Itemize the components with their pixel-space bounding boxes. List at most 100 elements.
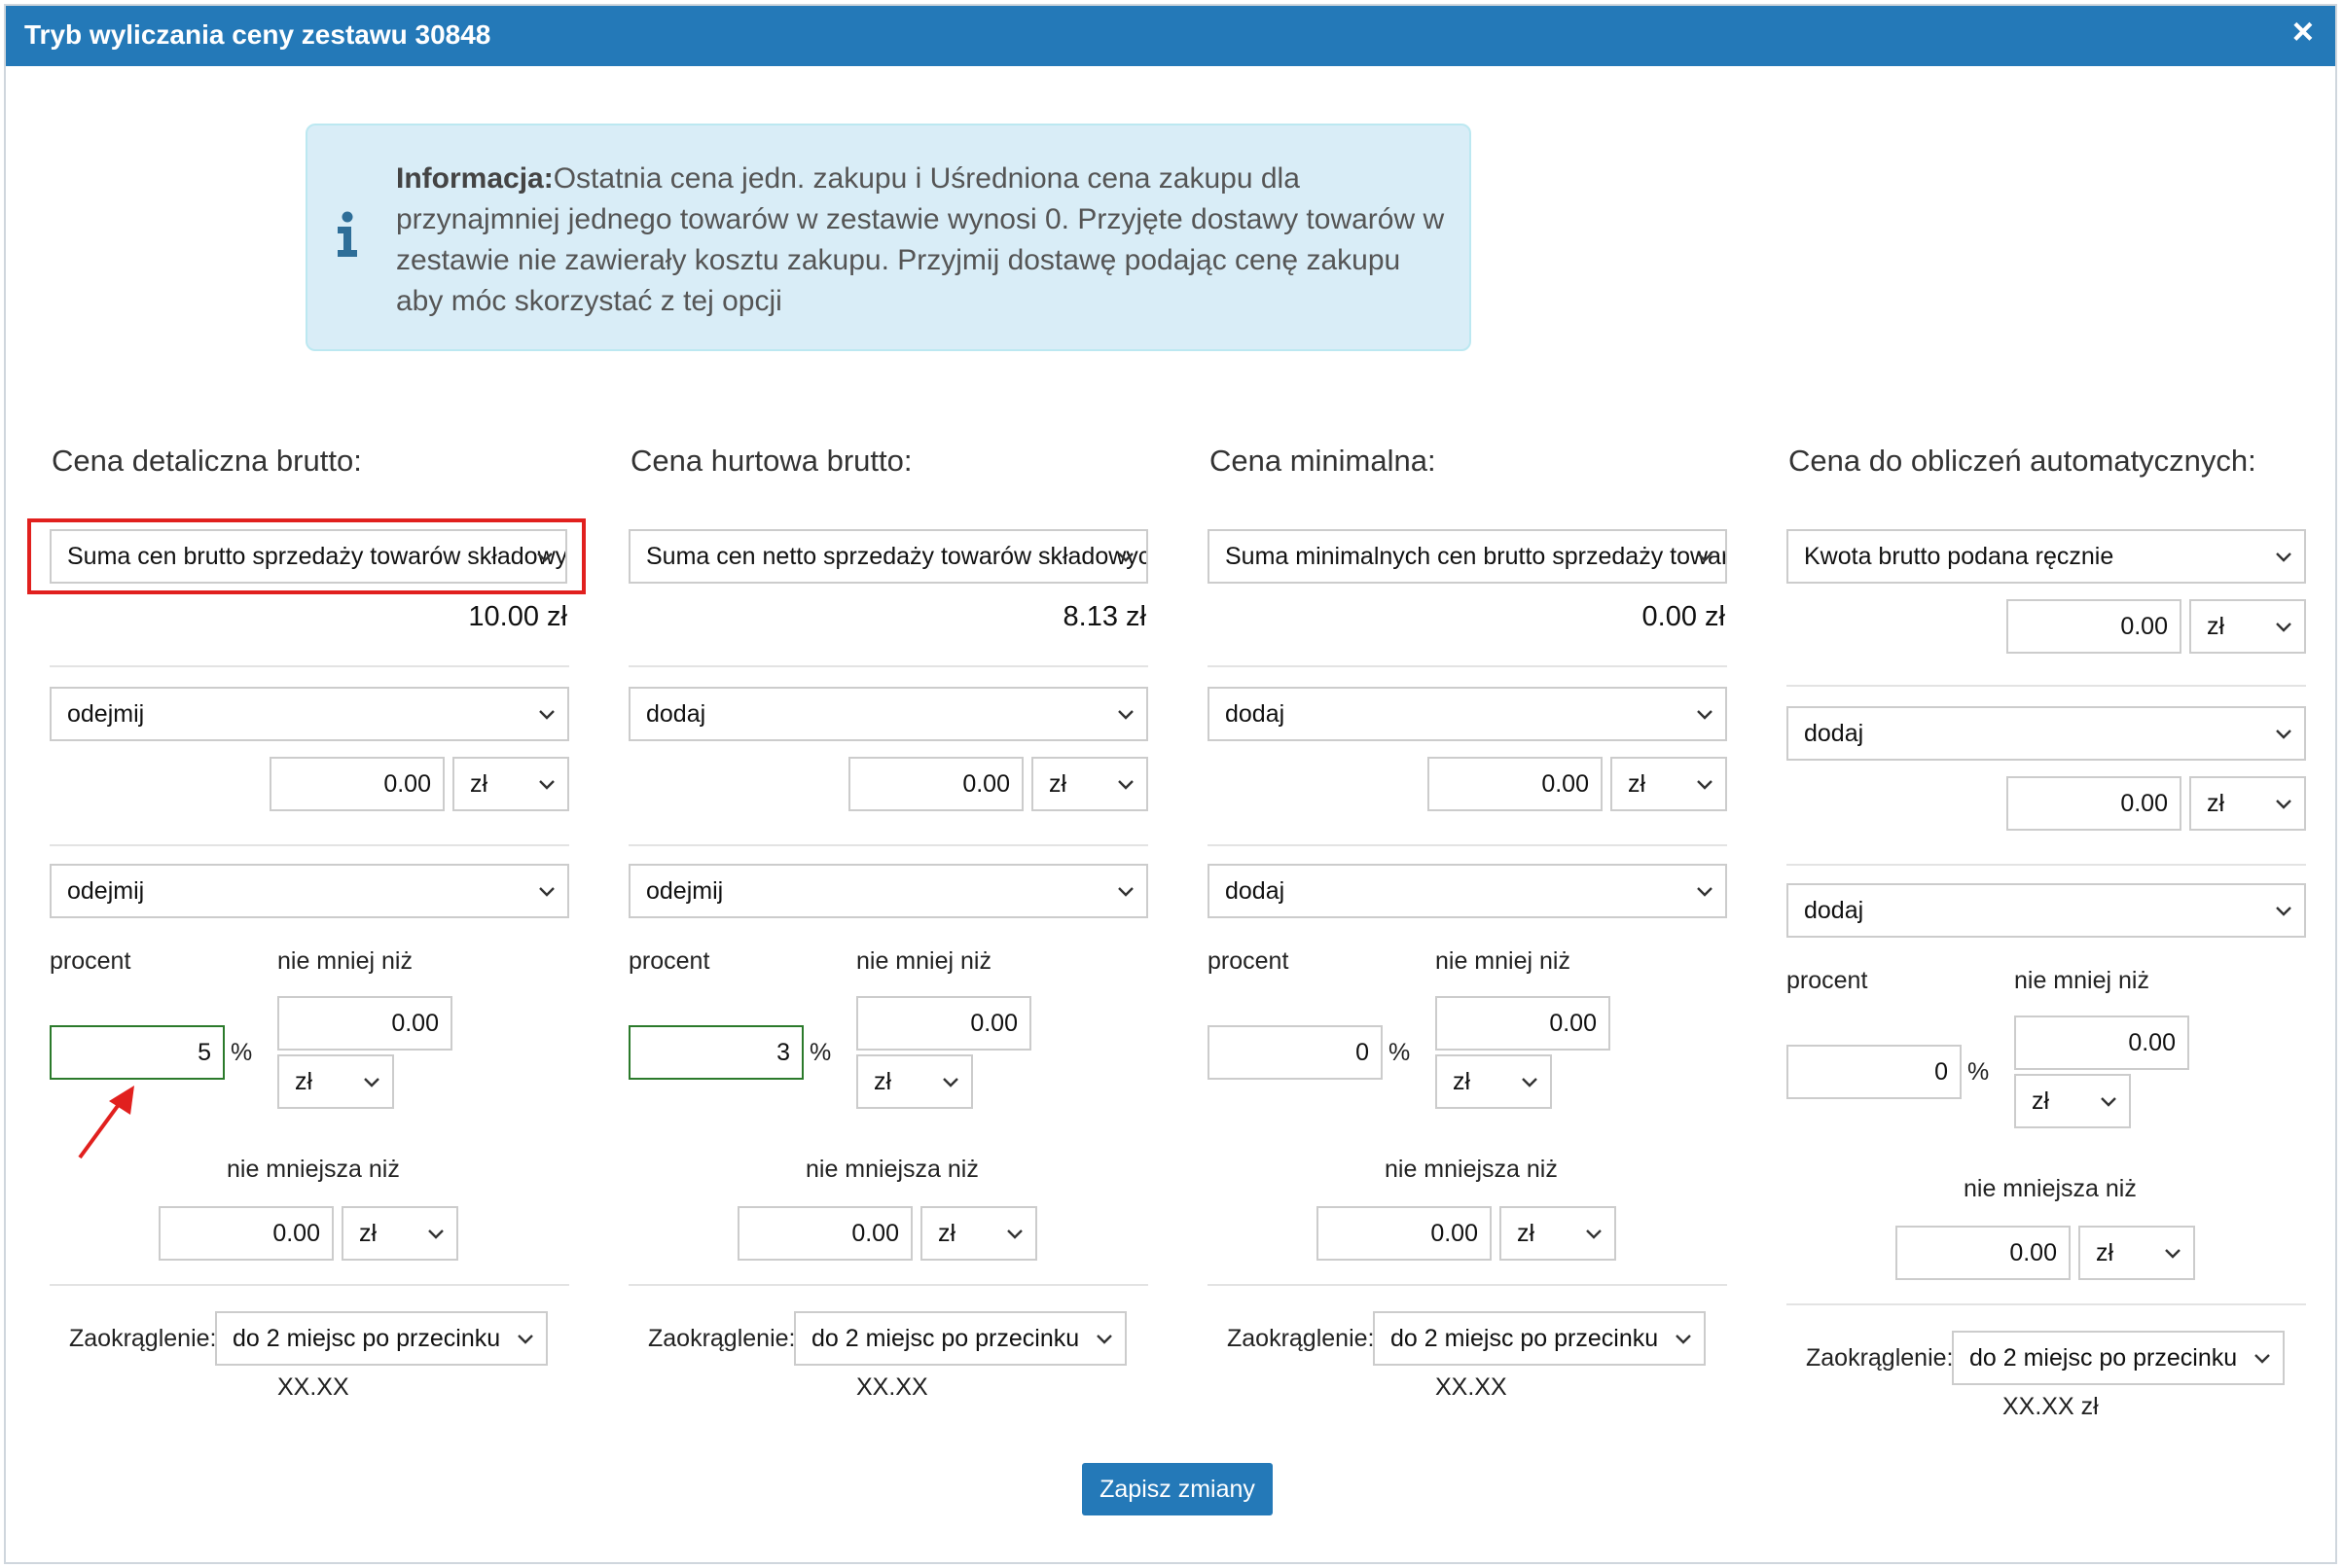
unit-select-value: zł <box>1049 770 1067 798</box>
min2-unit-select[interactable]: zł <box>342 1206 458 1261</box>
percent-sign: % <box>1967 1058 1990 1086</box>
rounding-select[interactable]: do 2 miejsc po przecinku <box>1373 1311 1706 1366</box>
chevron-down-icon <box>2101 1097 2116 1107</box>
min2-unit-select-value: zł <box>1517 1220 1535 1247</box>
min2-value-input[interactable]: 0.00 <box>159 1206 334 1261</box>
percent-label: procent <box>1786 967 1868 994</box>
min2-unit-select[interactable]: zł <box>920 1206 1037 1261</box>
operation-select-2[interactable]: dodaj <box>1208 864 1727 918</box>
amount-input[interactable]: 0.00 <box>848 757 1024 811</box>
percent-input[interactable]: 0 <box>1786 1045 1962 1099</box>
operation-select-1[interactable]: odejmij <box>50 687 569 741</box>
operation-select-1[interactable]: dodaj <box>629 687 1148 741</box>
base-price-select[interactable]: Suma minimalnych cen brutto sprzedaży to… <box>1208 529 1727 584</box>
percent-input[interactable]: 3 <box>629 1025 804 1080</box>
amount-input[interactable]: 0.00 <box>1427 757 1603 811</box>
divider <box>629 665 1148 667</box>
operation-select-2[interactable]: odejmij <box>629 864 1148 918</box>
base-price-select[interactable]: Kwota brutto podana ręcznie <box>1786 529 2306 584</box>
percent-label: procent <box>629 947 710 975</box>
operation-select-1[interactable]: dodaj <box>1786 706 2306 761</box>
chevron-down-icon <box>539 887 555 897</box>
column-minimum-price: Cena minimalna: Suma minimalnych cen bru… <box>1202 434 1727 1445</box>
percent-input[interactable]: 5 <box>50 1025 225 1080</box>
min2-unit-select[interactable]: zł <box>1499 1206 1616 1261</box>
chevron-down-icon <box>1697 780 1712 790</box>
chevron-down-icon <box>364 1078 379 1087</box>
min2-unit-select[interactable]: zł <box>2078 1226 2195 1280</box>
manual-unit-select[interactable]: zł <box>2189 599 2306 654</box>
rounding-select[interactable]: do 2 miejsc po przecinku <box>794 1311 1127 1366</box>
min2-label: nie mniejsza niż <box>227 1156 400 1183</box>
min-unit-select-value: zł <box>295 1068 313 1095</box>
min-value-input[interactable]: 0.00 <box>277 996 452 1051</box>
chevron-down-icon <box>539 780 555 790</box>
operation-select-2[interactable]: dodaj <box>1786 883 2306 938</box>
percent-label: procent <box>50 947 131 975</box>
base-amount: 10.00 zł <box>468 601 567 632</box>
operation-select-1-value: dodaj <box>646 700 706 728</box>
min-value-input[interactable]: 0.00 <box>2014 1016 2189 1070</box>
min-unit-select-value: zł <box>1453 1068 1471 1095</box>
unit-select[interactable]: zł <box>452 757 569 811</box>
operation-select-2-value: odejmij <box>67 877 145 905</box>
column-heading: Cena do obliczeń automatycznych: <box>1788 444 2256 478</box>
column-heading: Cena detaliczna brutto: <box>52 444 362 478</box>
rounding-format: XX.XX zł <box>2002 1393 2099 1420</box>
rounding-select[interactable]: do 2 miejsc po przecinku <box>1952 1331 2285 1385</box>
divider <box>1786 685 2306 687</box>
unit-select[interactable]: zł <box>2189 776 2306 831</box>
unit-select-value: zł <box>470 770 488 798</box>
operation-select-1-value: dodaj <box>1804 720 1864 747</box>
percent-label: procent <box>1208 947 1289 975</box>
min-unit-select-value: zł <box>2032 1087 2050 1115</box>
operation-select-1-value: odejmij <box>67 700 145 728</box>
close-icon[interactable]: × <box>2292 14 2314 51</box>
chevron-down-icon <box>2276 907 2291 916</box>
unit-select[interactable]: zł <box>1610 757 1727 811</box>
min2-value-input[interactable]: 0.00 <box>1316 1206 1492 1261</box>
operation-select-2-value: dodaj <box>1225 877 1285 905</box>
rounding-format: XX.XX <box>1435 1373 1507 1401</box>
base-price-select[interactable]: Suma cen netto sprzedaży towarów składow… <box>629 529 1148 584</box>
chevron-down-icon <box>1697 552 1712 562</box>
chevron-down-icon <box>2276 730 2291 739</box>
manual-amount-input[interactable]: 0.00 <box>2006 599 2181 654</box>
rounding-select-value: do 2 miejsc po przecinku <box>1390 1325 1659 1352</box>
info-message: Informacja:Ostatnia cena jedn. zakupu i … <box>396 159 1447 322</box>
percent-input[interactable]: 0 <box>1208 1025 1383 1080</box>
save-changes-button[interactable]: Zapisz zmiany <box>1082 1463 1273 1515</box>
annotation-arrow-icon <box>78 1086 134 1159</box>
chevron-down-icon <box>1118 887 1134 897</box>
min-value-input[interactable]: 0.00 <box>1435 996 1610 1051</box>
min-value-input[interactable]: 0.00 <box>856 996 1031 1051</box>
base-amount: 0.00 zł <box>1641 601 1725 632</box>
chevron-down-icon <box>1586 1229 1602 1239</box>
min2-value-input[interactable]: 0.00 <box>738 1206 913 1261</box>
min2-value-input[interactable]: 0.00 <box>1895 1226 2071 1280</box>
chevron-down-icon <box>2276 623 2291 632</box>
min2-unit-select-value: zł <box>938 1220 956 1247</box>
min2-label: nie mniejsza niż <box>806 1156 979 1183</box>
operation-select-1[interactable]: dodaj <box>1208 687 1727 741</box>
min-unit-select[interactable]: zł <box>2014 1074 2131 1128</box>
unit-select[interactable]: zł <box>1031 757 1148 811</box>
rounding-select[interactable]: do 2 miejsc po przecinku <box>215 1311 548 1366</box>
chevron-down-icon <box>1697 887 1712 897</box>
percent-sign: % <box>810 1039 832 1066</box>
min-unit-select[interactable]: zł <box>1435 1054 1552 1109</box>
info-alert: Informacja:Ostatnia cena jedn. zakupu i … <box>306 124 1471 351</box>
chevron-down-icon <box>518 1335 533 1344</box>
chevron-down-icon <box>1118 780 1134 790</box>
rounding-label: Zaokrąglenie: <box>1806 1344 1954 1372</box>
base-price-select-value: Kwota brutto podana ręcznie <box>1804 543 2114 570</box>
min2-label: nie mniejsza niż <box>1385 1156 1558 1183</box>
operation-select-2[interactable]: odejmij <box>50 864 569 918</box>
min-label: nie mniej niż <box>1435 947 1570 975</box>
amount-input[interactable]: 0.00 <box>270 757 445 811</box>
chevron-down-icon <box>1118 710 1134 720</box>
min-label: nie mniej niż <box>2014 967 2149 994</box>
min-unit-select[interactable]: zł <box>856 1054 973 1109</box>
min-unit-select[interactable]: zł <box>277 1054 394 1109</box>
amount-input[interactable]: 0.00 <box>2006 776 2181 831</box>
